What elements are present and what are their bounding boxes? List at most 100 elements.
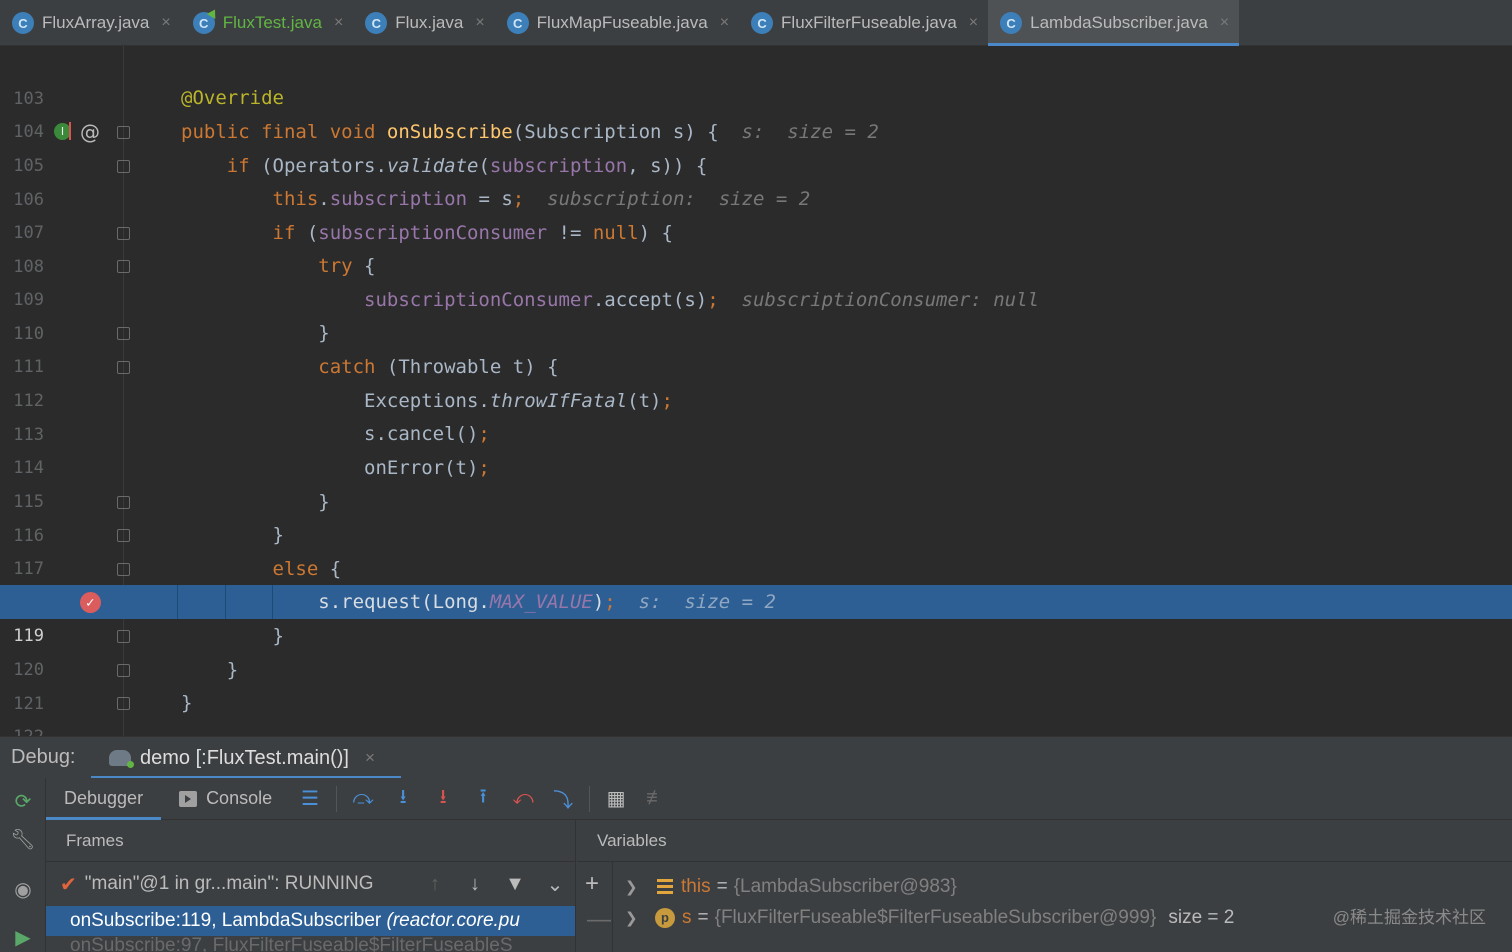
code-content: } xyxy=(318,322,330,344)
code-line[interactable]: 117 } xyxy=(0,518,1512,579)
code-line[interactable]: 108 if (subscriptionConsumer != null) { xyxy=(0,216,1512,277)
fold-marker-icon[interactable] xyxy=(117,697,130,710)
filter-icon[interactable]: ▼ xyxy=(495,873,535,896)
chevron-right-icon[interactable]: ❯ xyxy=(625,878,647,896)
code-content: } xyxy=(272,625,284,647)
code-content: @Override xyxy=(181,87,284,109)
tab-lambda-subscriber[interactable]: C LambdaSubscriber.java × xyxy=(988,0,1240,46)
code-line[interactable]: 121 } xyxy=(0,653,1512,714)
show-execution-point-icon[interactable]: ☰ xyxy=(290,778,330,820)
java-runnable-class-icon: C xyxy=(192,12,215,34)
overrides-method-icon[interactable]: I xyxy=(54,122,71,140)
fold-marker-icon[interactable] xyxy=(117,529,130,542)
code-line[interactable]: 122 } xyxy=(0,686,1512,736)
code-line[interactable]: 110 subscriptionConsumer.accept(s); subs… xyxy=(0,283,1512,344)
tab-label: FluxMapFuseable.java xyxy=(536,13,708,32)
code-line[interactable]: 115 onError(t); xyxy=(0,451,1512,512)
code-line[interactable]: 112 catch (Throwable t) { xyxy=(0,350,1512,411)
code-line[interactable]: 118 else { xyxy=(0,552,1512,613)
debugger-tab-label: Debugger xyxy=(64,788,144,808)
annotation-gutter-icon[interactable]: @ xyxy=(80,115,100,149)
tab-flux-test[interactable]: C FluxTest.java × xyxy=(181,0,354,46)
step-out-icon[interactable]: ⭱ xyxy=(463,778,503,820)
inline-debug-value: s: size = 2 xyxy=(638,591,776,613)
variable-value: {LambdaSubscriber@983} xyxy=(733,876,957,897)
chevron-down-icon[interactable]: ⌄ xyxy=(535,872,575,897)
code-line[interactable]: 111 } xyxy=(0,316,1512,377)
tab-console[interactable]: Console xyxy=(161,778,290,820)
fold-marker-icon[interactable] xyxy=(117,664,130,677)
code-line[interactable]: 109 try { xyxy=(0,249,1512,310)
variable-row[interactable]: ❯ p s = {FluxFilterFuseable$FilterFuseab… xyxy=(625,903,1234,933)
close-icon[interactable]: × xyxy=(365,748,375,768)
current-execution-line[interactable]: 119 s.request(Long.MAX_VALUE); s: size =… xyxy=(0,585,1512,646)
code-line[interactable]: 106 if (Operators.validate(subscription,… xyxy=(0,149,1512,210)
fold-marker-icon[interactable] xyxy=(117,160,130,173)
code-content: s.request(Long.MAX_VALUE); s: size = 2 xyxy=(318,591,776,613)
add-watch-icon[interactable]: + xyxy=(585,870,599,898)
inline-debug-value: s: size = 2 xyxy=(741,121,879,143)
code-line[interactable]: 105 I @ public final void onSubscribe(Su… xyxy=(0,115,1512,176)
evaluate-expression-icon[interactable]: ▦ xyxy=(596,778,636,820)
fold-marker-icon[interactable] xyxy=(117,126,130,139)
watermark: @稀土掘金技术社区 xyxy=(1332,908,1486,927)
code-content: try { xyxy=(318,255,376,277)
code-line[interactable]: 107 this.subscription = s; subscription:… xyxy=(0,182,1512,243)
fold-marker-icon[interactable] xyxy=(117,630,130,643)
code-line[interactable]: 123 xyxy=(0,720,1512,736)
rerun-icon[interactable]: ⟳ xyxy=(10,788,36,814)
tab-flux-array[interactable]: C FluxArray.java × xyxy=(0,0,181,46)
code-line[interactable]: 103 xyxy=(0,48,1512,109)
settings-wrench-icon[interactable]: 🔧︎ xyxy=(10,826,36,852)
code-line[interactable]: 113 Exceptions.throwIfFatal(t); xyxy=(0,384,1512,445)
breakpoint-icon[interactable] xyxy=(80,586,101,620)
tab-label: FluxFilterFuseable.java xyxy=(781,13,957,32)
arrow-down-icon[interactable]: ↓ xyxy=(455,873,495,896)
eye-icon[interactable]: ◉ xyxy=(10,876,36,902)
stack-frame-selected[interactable]: onSubscribe:119, LambdaSubscriber (react… xyxy=(46,906,575,936)
tab-flux-map-fuseable[interactable]: C FluxMapFuseable.java × xyxy=(495,0,739,46)
chevron-right-icon[interactable]: ❯ xyxy=(625,909,647,927)
drop-frame-icon[interactable]: ⤺ xyxy=(503,778,543,820)
fold-marker-icon[interactable] xyxy=(117,227,130,240)
step-into-icon[interactable]: ⭳ xyxy=(383,778,423,820)
console-tab-label: Console xyxy=(206,788,273,808)
code-content: onError(t); xyxy=(364,457,490,479)
stack-frame[interactable]: onSubscribe:97, FluxFilterFuseable$Filte… xyxy=(46,936,575,952)
frames-pane: Frames ✔ "main"@1 in gr...main": RUNNING… xyxy=(46,820,576,952)
remove-watch-icon: — xyxy=(587,906,611,933)
tab-debugger[interactable]: Debugger xyxy=(46,778,162,820)
close-icon[interactable]: × xyxy=(334,14,343,32)
close-icon[interactable]: × xyxy=(161,14,170,32)
fold-marker-icon[interactable] xyxy=(117,327,130,340)
close-icon[interactable]: × xyxy=(720,14,729,32)
fold-marker-icon[interactable] xyxy=(117,496,130,509)
code-content: } xyxy=(181,692,193,714)
tab-flux-filter-fuseable[interactable]: C FluxFilterFuseable.java × xyxy=(739,0,988,46)
fold-marker-icon[interactable] xyxy=(117,563,130,576)
code-line[interactable]: 104 @Override xyxy=(0,81,1512,142)
fold-marker-icon[interactable] xyxy=(117,361,130,374)
force-step-into-icon[interactable]: ⭳ xyxy=(423,778,463,820)
fold-marker-icon[interactable] xyxy=(117,260,130,273)
close-icon[interactable]: × xyxy=(969,14,978,32)
variable-row[interactable]: ❯ this = {LambdaSubscriber@983} xyxy=(625,872,957,902)
code-editor[interactable]: 103 104 @Override 105 I @ public final v… xyxy=(0,46,1512,736)
code-line[interactable]: 114 s.cancel(); xyxy=(0,417,1512,478)
tab-flux[interactable]: C Flux.java × xyxy=(353,0,494,46)
code-content: else { xyxy=(272,558,342,580)
step-over-icon[interactable]: ⤼ xyxy=(343,778,383,820)
resume-icon[interactable]: ▶ xyxy=(10,924,36,950)
run-to-cursor-icon[interactable]: ⤵ xyxy=(543,778,583,820)
arrow-up-icon[interactable]: ↑ xyxy=(415,873,455,896)
debug-title: Debug: xyxy=(11,746,76,768)
debug-session-tab[interactable]: demo [:FluxTest.main()] × xyxy=(91,737,401,779)
code-line[interactable]: 120 } xyxy=(0,619,1512,680)
close-icon[interactable]: × xyxy=(475,14,484,32)
debugger-toolbar: Debugger Console ☰ ⤼ ⭳ ⭳ ⭱ ⤺ ⤵ ▦ ≢ xyxy=(46,778,1512,820)
close-icon[interactable]: × xyxy=(1220,14,1229,32)
thread-selector[interactable]: ✔ "main"@1 in gr...main": RUNNING ↑ ↓ ▼ … xyxy=(46,862,575,906)
variables-pane: Variables + — ❯ this = {LambdaSubscriber… xyxy=(577,820,1512,952)
code-content: } xyxy=(226,659,239,681)
code-line[interactable]: 116 } xyxy=(0,485,1512,546)
